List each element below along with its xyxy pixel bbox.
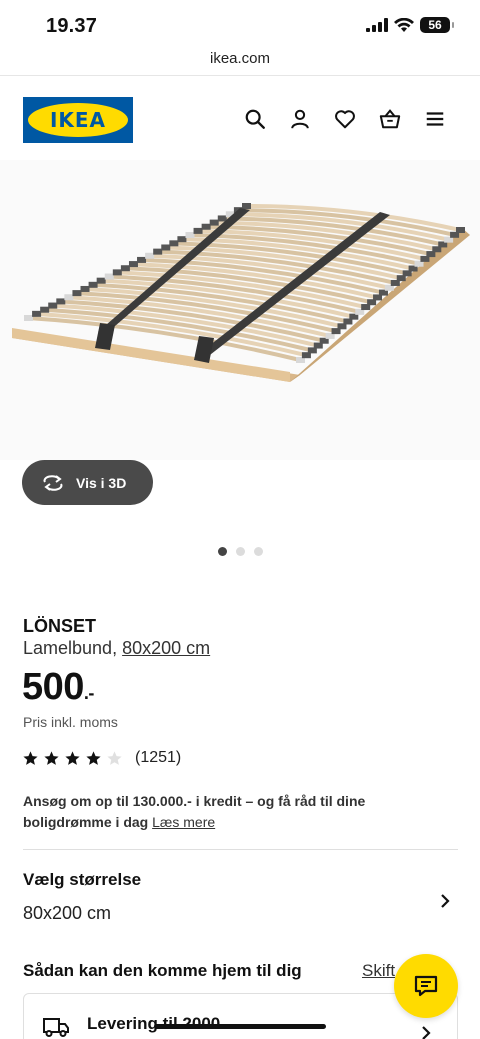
product-size-link[interactable]: 80x200 cm (122, 638, 210, 658)
battery-level: 56 (427, 18, 443, 32)
delivery-title: Sådan kan den komme hjem til dig (23, 961, 302, 980)
basket-icon[interactable] (377, 106, 403, 132)
logo-oval: IKEA (28, 103, 128, 137)
slat-holder (40, 306, 50, 313)
slat-holder (128, 261, 138, 268)
user-icon[interactable] (287, 106, 313, 132)
read-more-link[interactable]: Læs mere (152, 814, 215, 830)
review-count: (1251) (135, 749, 182, 766)
slat-holder (32, 310, 42, 317)
slat-holder (242, 203, 251, 209)
slat-holder (104, 273, 114, 280)
slat-holder (209, 219, 219, 226)
slat-holder (120, 265, 130, 272)
carousel-dots (218, 547, 263, 556)
slat-holder (193, 227, 203, 234)
menu-icon[interactable] (422, 106, 448, 132)
star-icon (23, 750, 38, 765)
status-bar: 19.37 56 (0, 0, 480, 50)
slat-holder (145, 252, 155, 259)
status-time: 19.37 (46, 15, 98, 37)
carousel-dot-2[interactable] (236, 547, 245, 556)
product-description: Lamelbund, 80x200 cm (23, 638, 210, 659)
slat-holder (185, 232, 195, 239)
carousel-dot-3[interactable] (254, 547, 263, 556)
carousel-dot-1[interactable] (218, 547, 227, 556)
signal-icon (366, 18, 388, 32)
url-bar[interactable]: ikea.com (0, 50, 480, 76)
slat-holder (161, 244, 171, 251)
size-selector[interactable]: Vælg størrelse 80x200 cm (23, 870, 458, 930)
product-name: LÖNSET (23, 616, 97, 636)
star-empty-icon (107, 750, 122, 765)
slatted-bed-base-illustration (0, 160, 480, 460)
price-value: 500 (22, 666, 84, 708)
delivery-option-card[interactable]: Levering til 2000 (23, 993, 458, 1039)
status-icons: 56 (366, 17, 454, 33)
slat-holder (201, 223, 211, 230)
slat-holder (177, 236, 187, 243)
slat-holder (153, 248, 163, 255)
wifi-icon (394, 17, 414, 32)
star-icon (44, 750, 59, 765)
slat-holder (112, 269, 122, 276)
chevron-right-icon (422, 1026, 431, 1039)
credit-promo: Ansøg om op til 130.000.- i kredit – og … (23, 791, 433, 833)
rating[interactable]: (1251) (22, 749, 181, 767)
product-price: 500.- (22, 666, 94, 709)
rotate-3d-icon (43, 474, 63, 491)
product-image[interactable] (0, 160, 480, 460)
product-type: Lamelbund, (23, 638, 118, 658)
slat-holder (456, 227, 465, 233)
slat-holder (88, 281, 98, 288)
ikea-logo[interactable]: IKEA (23, 97, 133, 143)
site-header: IKEA (0, 96, 480, 144)
slat-holder (217, 215, 227, 222)
battery-icon: 56 (420, 17, 454, 33)
truck-icon (43, 1018, 69, 1037)
price-suffix: .- (83, 683, 95, 703)
url-domain: ikea.com (209, 50, 271, 67)
search-icon[interactable] (242, 106, 268, 132)
chat-button[interactable] (394, 954, 458, 1018)
logo-text: IKEA (49, 108, 107, 132)
slat-holder (72, 290, 82, 297)
star-icon (86, 750, 101, 765)
view-3d-label: Vis i 3D (76, 474, 127, 491)
slat-holder (24, 315, 33, 321)
chevron-right-icon (441, 894, 450, 908)
size-selector-title: Vælg størrelse (23, 870, 142, 889)
price-note: Pris inkl. moms (23, 714, 118, 730)
heart-icon[interactable] (332, 106, 358, 132)
slat-holder (64, 294, 74, 301)
slat-holder (169, 240, 179, 247)
star-icon (65, 750, 80, 765)
size-selector-value: 80x200 cm (23, 903, 112, 923)
slat-holder (56, 298, 66, 305)
divider (23, 849, 458, 850)
slat-holder (48, 302, 58, 309)
slat-holder (96, 277, 106, 284)
slat-holder (137, 256, 147, 263)
slat-holder (80, 285, 90, 292)
view-3d-button[interactable]: Vis i 3D (22, 460, 153, 505)
delivery-change-link[interactable]: Skift (362, 961, 395, 981)
home-indicator (154, 1024, 326, 1029)
chat-icon (414, 975, 438, 997)
